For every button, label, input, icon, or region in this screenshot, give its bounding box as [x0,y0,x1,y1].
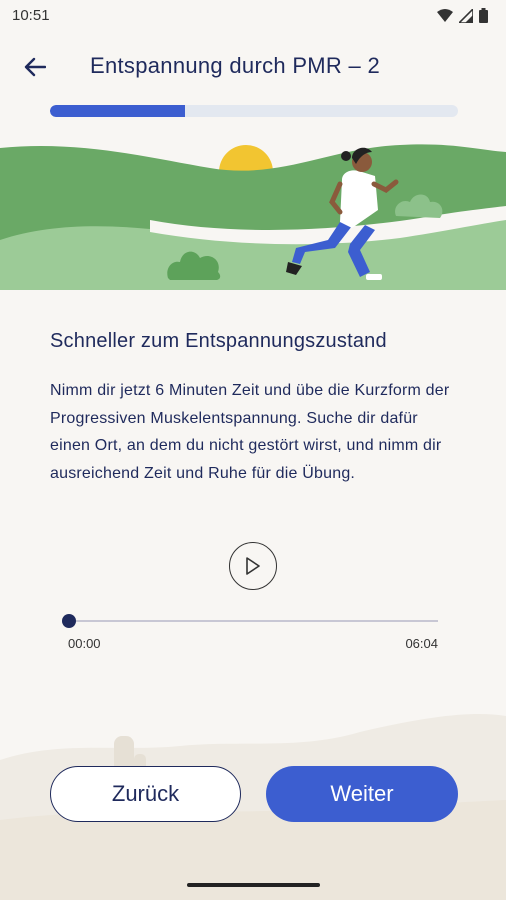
section-heading: Schneller zum Entspannungszustand [50,330,387,352]
app-bar: Entspannung durch PMR – 2 [0,40,506,92]
total-duration: 06:04 [405,636,438,651]
battery-icon [479,8,488,23]
current-time: 00:00 [68,636,101,651]
signal-icon [459,8,473,23]
audio-seek-track[interactable] [68,620,438,622]
status-time: 10:51 [12,7,50,24]
play-button[interactable] [229,542,277,590]
status-icons [437,8,488,23]
hero-illustration [0,144,506,290]
gesture-navigation-bar[interactable] [187,883,320,887]
status-bar: 10:51 [0,0,506,32]
arrow-left-icon [24,57,46,77]
wifi-icon [437,8,453,22]
instruction-text: Nimm dir jetzt 6 Minuten Zeit und übe di… [50,382,450,482]
lesson-progress-fill [50,105,185,117]
back-nav-button[interactable]: Zurück [50,766,241,822]
next-button[interactable]: Weiter [266,766,458,822]
play-icon [246,557,260,575]
lesson-progress-bar [50,105,458,117]
back-button[interactable] [18,50,52,84]
audio-seek-thumb[interactable] [62,614,76,628]
page-title: Entspannung durch PMR – 2 [90,53,381,78]
